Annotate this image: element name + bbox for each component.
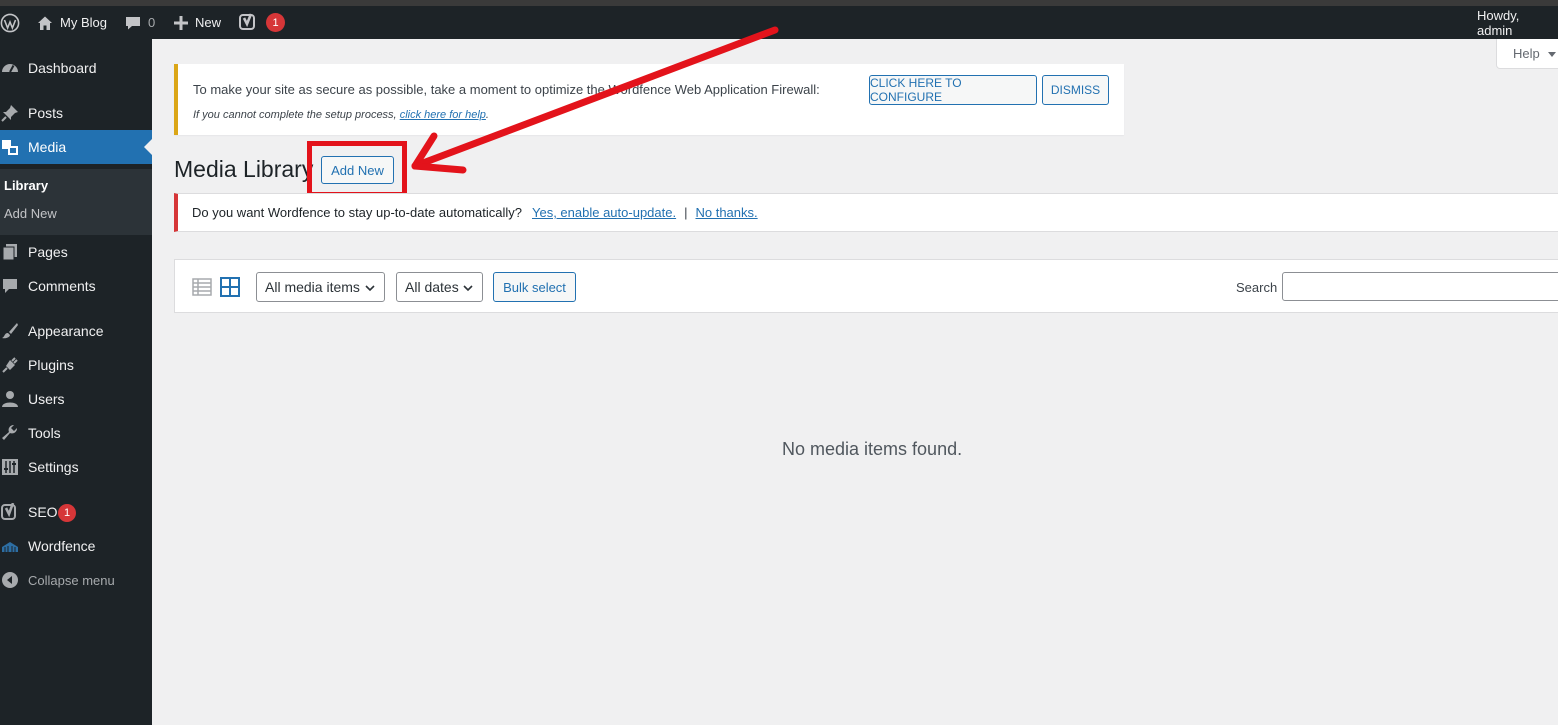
annotation-highlight-box [307,141,407,197]
sidebar-item-settings[interactable]: Settings [0,450,152,484]
configure-firewall-button[interactable]: CLICK HERE TO CONFIGURE [869,75,1037,105]
configure-button-label: CLICK HERE TO CONFIGURE [870,76,962,104]
dismiss-button[interactable]: DISMISS [1042,75,1109,105]
brush-icon [1,322,19,340]
sidebar-item-label: SEO [28,504,58,520]
sidebar-item-label: Tools [28,425,61,441]
link-separator: | [684,205,688,220]
search-label: Search [1236,280,1278,295]
user-icon [1,390,19,408]
admin-bar: My Blog 0 New 1 Howdy, admin [0,6,1558,39]
no-thanks-link[interactable]: No thanks. [695,205,757,220]
sidebar-item-media[interactable]: Media [0,130,152,164]
empty-state-message: No media items found. [782,439,963,459]
greeting: Howdy, admin [1477,7,1520,38]
sidebar-item-label: Comments [28,278,96,294]
collapse-menu-button[interactable]: Collapse menu [0,563,152,597]
sidebar-item-pages[interactable]: Pages [0,235,152,269]
chevron-down-icon [463,285,473,292]
search-input[interactable] [1282,272,1558,301]
sidebar-item-label: Plugins [28,357,74,373]
media-submenu: Library Add New [0,169,152,235]
new-label: New [195,15,222,30]
comment-bubble-icon [126,16,140,29]
seo-notification-badge: 1 [58,504,76,522]
help-suffix: . [485,109,489,121]
wrench-icon [1,424,19,442]
pin-icon [1,104,19,122]
sidebar-item-label: Pages [28,244,68,260]
help-tab-button[interactable]: Help [1496,39,1558,69]
comments-menu[interactable]: 0 [124,6,155,39]
page-title: Media Library [174,156,314,182]
yoast-menu[interactable]: 1 [238,6,285,39]
sidebar-item-label: Media [28,139,67,155]
sidebar-item-users[interactable]: Users [0,382,152,416]
media-type-filter-value: All media items [265,279,360,295]
yoast-notification-badge: 1 [266,13,285,32]
sidebar-item-label: Wordfence [28,538,96,554]
submenu-item-add-new[interactable]: Add New [4,206,57,221]
sliders-icon [1,458,19,476]
site-name: My Blog [60,15,107,30]
site-name-menu[interactable]: My Blog [36,6,107,39]
media-toolbar: All media items All dates Bulk select Se… [174,259,1558,313]
sidebar-item-comments[interactable]: Comments [0,269,152,303]
sidebar-item-plugins[interactable]: Plugins [0,348,152,382]
sidebar-item-appearance[interactable]: Appearance [0,314,152,348]
pages-icon [1,243,19,261]
wordpress-logo-icon [0,13,20,32]
media-icon [1,138,19,156]
sidebar-item-label: Users [28,391,65,407]
caret-down-icon [1547,51,1556,57]
dashboard-icon [1,59,19,77]
sidebar-item-label: Dashboard [28,60,97,76]
yoast-icon [1,503,19,521]
sidebar-item-seo[interactable]: SEO 1 [0,495,152,529]
sidebar-item-label: Settings [28,459,79,475]
plus-icon [174,15,188,30]
plug-icon [1,356,19,374]
new-content-menu[interactable]: New [173,6,221,39]
chevron-down-icon [365,285,375,292]
firewall-help-link[interactable]: click here for help [400,109,486,121]
sidebar-item-label: Appearance [28,323,104,339]
current-menu-notch [144,139,152,155]
enable-auto-update-link[interactable]: Yes, enable auto-update. [532,205,676,220]
account-menu[interactable]: Howdy, admin [1477,6,1558,39]
grid-view-icon[interactable] [220,277,240,297]
collapse-arrow-icon [1,571,19,589]
bulk-select-button[interactable]: Bulk select [493,272,576,302]
comment-icon [1,277,19,295]
comments-count: 0 [148,15,156,30]
sidebar-item-wordfence[interactable]: Wordfence [0,529,152,563]
auto-update-notice: Do you want Wordfence to stay up-to-date… [174,193,1558,232]
bulk-select-label: Bulk select [503,279,566,295]
sidebar-item-posts[interactable]: Posts [0,96,152,130]
sidebar-item-label: Posts [28,105,64,121]
collapse-menu-label: Collapse menu [28,572,115,588]
home-icon [38,16,52,30]
dismiss-button-label: DISMISS [1050,83,1101,97]
wordfence-icon [1,537,19,555]
submenu-item-library[interactable]: Library [4,178,48,193]
sidebar-item-dashboard[interactable]: Dashboard [0,51,152,85]
date-filter[interactable]: All dates [396,272,483,302]
yoast-icon [239,13,255,30]
date-filter-value: All dates [405,279,459,295]
auto-update-question: Do you want Wordfence to stay up-to-date… [192,205,522,220]
help-prefix: If you cannot complete the setup process… [193,109,397,121]
media-type-filter[interactable]: All media items [256,272,385,302]
sidebar-item-tools[interactable]: Tools [0,416,152,450]
list-view-icon[interactable] [192,277,212,297]
firewall-optimize-notice: To make your site as secure as possible,… [174,64,1124,135]
wp-logo-menu[interactable] [0,6,20,39]
admin-sidebar: Dashboard Posts Media Library Add New Pa… [0,39,152,725]
help-label: Help [1513,46,1540,61]
firewall-notice-message: To make your site as secure as possible,… [193,82,820,97]
firewall-help-text: If you cannot complete the setup process… [193,109,489,121]
